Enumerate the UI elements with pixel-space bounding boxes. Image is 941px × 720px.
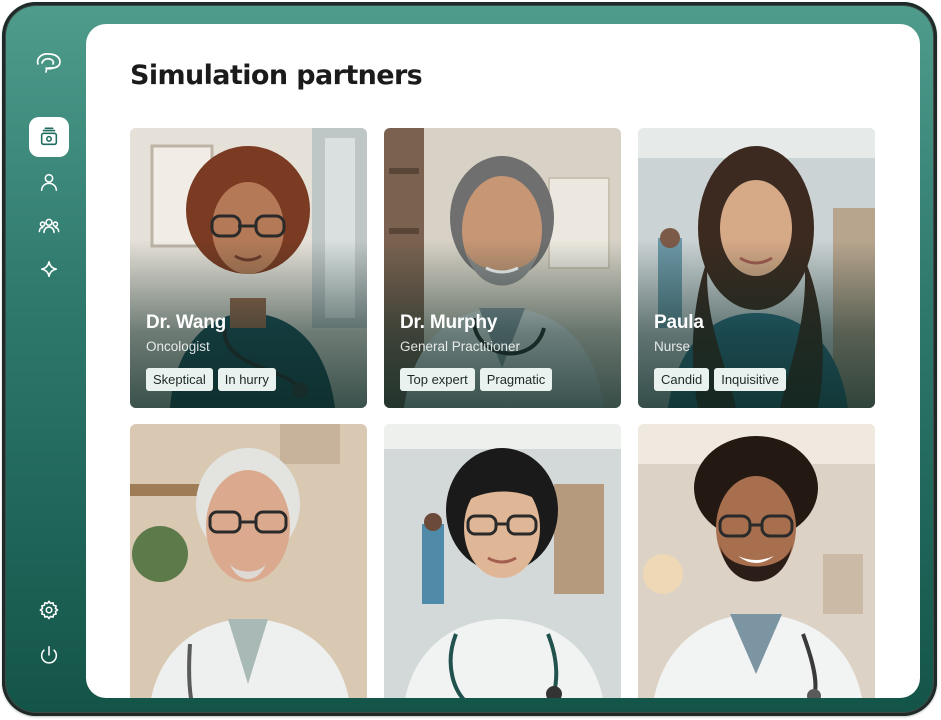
partner-role: Nurse (654, 339, 691, 354)
partner-card-6[interactable] (638, 424, 875, 698)
partner-name: Dr. Wang (146, 312, 227, 333)
sidebar-item-partners[interactable] (29, 206, 69, 246)
page-title: Simulation partners (130, 60, 423, 91)
partner-tags: Top expert Pragmatic (400, 368, 553, 391)
partner-role: General Practitioner (400, 339, 521, 354)
brain-logo-icon[interactable] (29, 46, 69, 82)
power-icon (40, 645, 58, 664)
portrait-photo (130, 424, 367, 698)
partner-tags: Candid Inquisitive (654, 368, 787, 391)
partner-card-5[interactable] (384, 424, 621, 698)
cube-box-icon (40, 127, 58, 146)
sidebar-item-profile[interactable] (29, 162, 69, 202)
sidebar-item-ai[interactable] (29, 250, 69, 290)
partner-tag[interactable]: Inquisitive (714, 368, 787, 391)
partner-card-paula[interactable]: Paula Nurse Candid Inquisitive (638, 128, 875, 408)
portrait-photo (384, 424, 621, 698)
partner-tag[interactable]: In hurry (217, 368, 276, 391)
partner-tag[interactable]: Candid (654, 368, 710, 391)
partner-card-4[interactable] (130, 424, 367, 698)
sidebar (2, 2, 86, 716)
gear-icon (39, 600, 59, 620)
partner-tag[interactable]: Skeptical (146, 368, 213, 391)
partner-card-dr-murphy[interactable]: Dr. Murphy General Practitioner Top expe… (384, 128, 621, 408)
app-window: Simulation partners Dr. Wang Oncologist … (2, 2, 937, 716)
partner-tag[interactable]: Pragmatic (479, 368, 553, 391)
main-panel: Simulation partners Dr. Wang Oncologist … (86, 24, 920, 698)
partner-card-dr-wang[interactable]: Dr. Wang Oncologist Skeptical In hurry (130, 128, 367, 408)
partner-tag[interactable]: Top expert (400, 368, 475, 391)
portrait-photo (638, 424, 875, 698)
partner-name: Dr. Murphy (400, 312, 498, 333)
partner-name: Paula (654, 312, 704, 333)
settings-button[interactable] (29, 590, 69, 630)
user-icon (40, 173, 58, 192)
partner-role: Oncologist (146, 339, 210, 354)
sparkle-icon (40, 260, 58, 278)
logout-button[interactable] (29, 635, 69, 675)
partner-tags: Skeptical In hurry (146, 368, 276, 391)
sidebar-item-simulations[interactable] (29, 117, 69, 157)
users-group-icon (38, 218, 60, 234)
